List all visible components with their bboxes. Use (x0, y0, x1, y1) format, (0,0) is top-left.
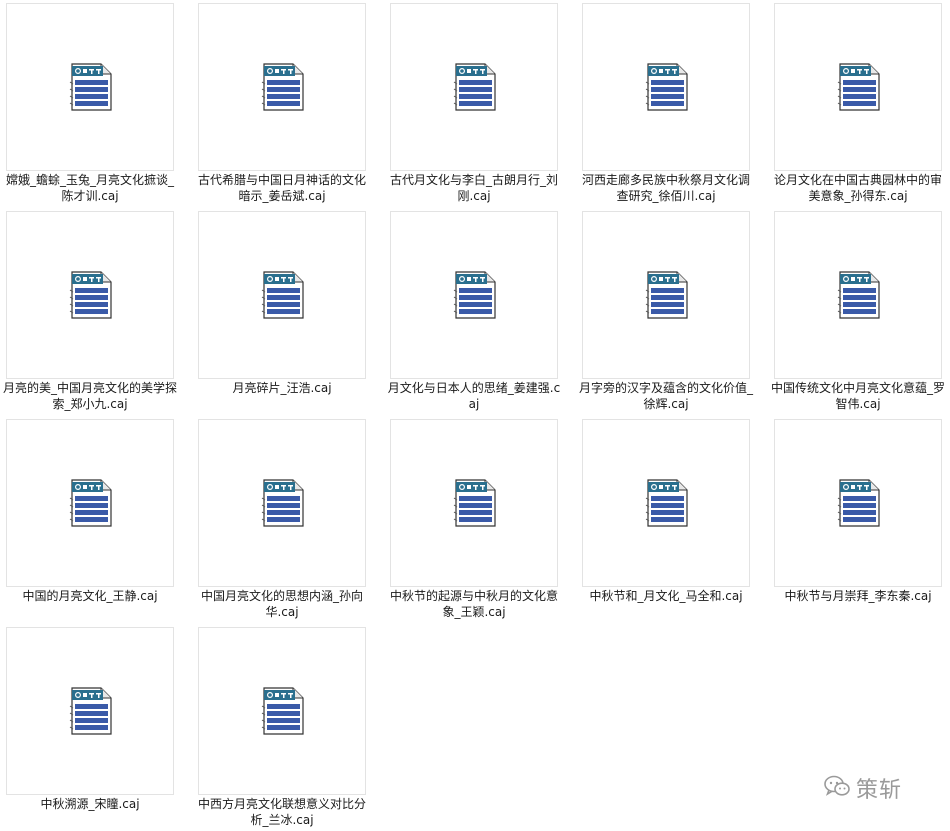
file-item[interactable]: 中西方月亮文化联想意义对比分析_兰冰.caj (198, 627, 366, 831)
file-item[interactable]: 中秋节的起源与中秋月的文化意象_王颖.caj (390, 419, 558, 627)
file-name[interactable]: 河西走廊多民族中秋祭月文化调查研究_徐佰川.caj (578, 172, 754, 204)
file-item[interactable]: 河西走廊多民族中秋祭月文化调查研究_徐佰川.caj (582, 3, 750, 211)
file-thumbnail[interactable] (6, 419, 174, 587)
file-thumbnail[interactable] (390, 419, 558, 587)
watermark-text: 策斩 (856, 778, 903, 803)
watermark: 策斩 (824, 768, 934, 808)
caj-file-icon (453, 62, 497, 112)
caj-file-icon (645, 62, 689, 112)
file-name[interactable]: 中西方月亮文化联想意义对比分析_兰冰.caj (194, 796, 370, 828)
file-name[interactable]: 中秋溯源_宋瞳.caj (2, 796, 178, 812)
caj-file-icon (69, 686, 113, 736)
caj-file-icon (261, 686, 305, 736)
file-name[interactable]: 古代希腊与中国日月神话的文化暗示_姜岳斌.caj (194, 172, 370, 204)
caj-file-icon (69, 478, 113, 528)
file-name[interactable]: 月文化与日本人的思绪_姜建强.caj (386, 380, 562, 412)
file-thumbnail[interactable] (774, 419, 942, 587)
file-name[interactable]: 中秋节的起源与中秋月的文化意象_王颖.caj (386, 588, 562, 620)
file-item[interactable]: 论月文化在中国古典园林中的审美意象_孙得东.caj (774, 3, 942, 211)
file-thumbnail[interactable] (6, 211, 174, 379)
caj-file-icon (69, 62, 113, 112)
file-thumbnail[interactable] (198, 627, 366, 795)
wechat-icon (824, 775, 850, 801)
file-name[interactable]: 中国月亮文化的思想内涵_孙向华.caj (194, 588, 370, 620)
file-thumbnail[interactable] (582, 3, 750, 171)
file-item[interactable]: 中秋节与月崇拜_李东秦.caj (774, 419, 942, 627)
file-name[interactable]: 嫦娥_蟾蜍_玉兔_月亮文化摭谈_陈才训.caj (2, 172, 178, 204)
caj-file-icon (837, 270, 881, 320)
caj-file-icon (453, 270, 497, 320)
file-item[interactable]: 中秋节和_月文化_马全和.caj (582, 419, 750, 627)
file-thumbnail[interactable] (774, 3, 942, 171)
file-thumbnail[interactable] (582, 419, 750, 587)
file-thumbnail[interactable] (390, 3, 558, 171)
file-name[interactable]: 中秋节和_月文化_马全和.caj (578, 588, 754, 604)
file-item[interactable]: 中秋溯源_宋瞳.caj (6, 627, 174, 831)
caj-file-icon (261, 478, 305, 528)
file-item[interactable]: 月文化与日本人的思绪_姜建强.caj (388, 211, 560, 419)
file-thumbnail[interactable] (198, 211, 366, 379)
caj-file-icon (645, 478, 689, 528)
file-name[interactable]: 月亮碎片_汪浩.caj (194, 380, 370, 396)
file-thumbnail[interactable] (198, 3, 366, 171)
file-item[interactable]: 中国传统文化中月亮文化意蕴_罗智伟.caj (771, 211, 945, 419)
file-item[interactable]: 古代月文化与李白_古朗月行_刘刚.caj (390, 3, 558, 211)
caj-file-icon (837, 478, 881, 528)
file-item[interactable]: 中国月亮文化的思想内涵_孙向华.caj (198, 419, 366, 627)
file-item[interactable]: 月亮的美_中国月亮文化的美学探索_郑小九.caj (3, 211, 177, 419)
file-name[interactable]: 月亮的美_中国月亮文化的美学探索_郑小九.caj (2, 380, 178, 412)
file-item[interactable]: 月亮碎片_汪浩.caj (198, 211, 366, 419)
caj-file-icon (261, 62, 305, 112)
file-item[interactable]: 月字旁的汉字及蕴含的文化价值_徐辉.caj (579, 211, 753, 419)
file-item[interactable]: 嫦娥_蟾蜍_玉兔_月亮文化摭谈_陈才训.caj (6, 3, 174, 211)
file-thumbnail[interactable] (774, 211, 942, 379)
file-name[interactable]: 论月文化在中国古典园林中的审美意象_孙得东.caj (770, 172, 946, 204)
file-name[interactable]: 中国传统文化中月亮文化意蕴_罗智伟.caj (770, 380, 946, 412)
file-item[interactable]: 中国的月亮文化_王静.caj (6, 419, 174, 627)
file-thumbnail[interactable] (582, 211, 750, 379)
file-thumbnail[interactable] (390, 211, 558, 379)
file-item[interactable]: 古代希腊与中国日月神话的文化暗示_姜岳斌.caj (198, 3, 366, 211)
file-name[interactable]: 中秋节与月崇拜_李东秦.caj (770, 588, 946, 604)
file-grid: 嫦娥_蟾蜍_玉兔_月亮文化摭谈_陈才训.caj 古代希腊与中国日月神话的文化暗示… (0, 0, 950, 831)
file-thumbnail[interactable] (6, 3, 174, 171)
file-thumbnail[interactable] (198, 419, 366, 587)
file-name[interactable]: 中国的月亮文化_王静.caj (2, 588, 178, 604)
file-name[interactable]: 古代月文化与李白_古朗月行_刘刚.caj (386, 172, 562, 204)
file-thumbnail[interactable] (6, 627, 174, 795)
caj-file-icon (69, 270, 113, 320)
caj-file-icon (645, 270, 689, 320)
file-name[interactable]: 月字旁的汉字及蕴含的文化价值_徐辉.caj (578, 380, 754, 412)
caj-file-icon (837, 62, 881, 112)
caj-file-icon (453, 478, 497, 528)
caj-file-icon (261, 270, 305, 320)
